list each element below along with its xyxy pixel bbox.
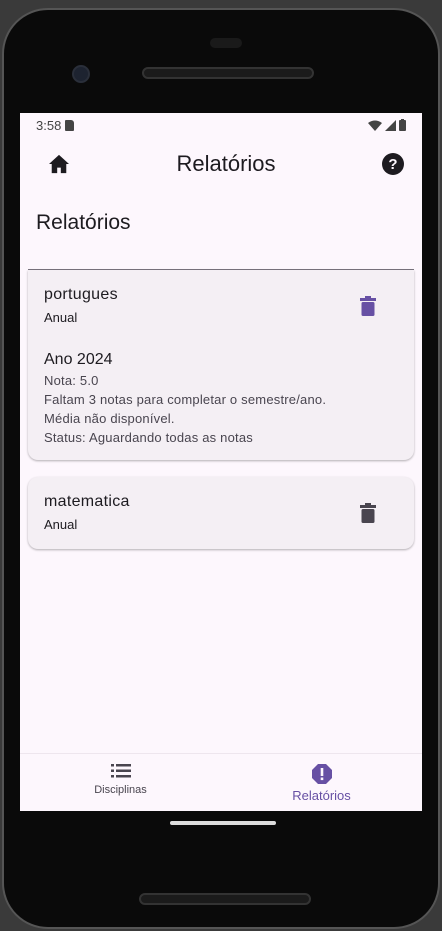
report-grade: Nota: 5.0 <box>44 373 99 388</box>
status-bar: 3:58 <box>20 113 422 137</box>
nav-label: Relatórios <box>292 788 351 803</box>
report-card-portugues[interactable]: portugues Anual Ano 2024 Nota: 5.0 Falta… <box>28 270 414 460</box>
report-icon <box>311 764 332 784</box>
front-camera <box>72 65 90 83</box>
earpiece <box>210 38 242 48</box>
app-screen: 3:58 Relatórios ? Relatórios portugues A… <box>20 113 422 811</box>
bottom-nav: Disciplinas Relatórios <box>20 753 422 811</box>
list-icon <box>110 764 131 778</box>
report-year: Ano 2024 <box>44 351 113 368</box>
subject-name: matematica <box>44 493 130 510</box>
svg-text:?: ? <box>388 156 397 173</box>
report-missing: Faltam 3 notas para completar o semestre… <box>44 392 327 407</box>
nav-item-relatorios[interactable]: Relatórios <box>221 754 422 811</box>
trash-icon[interactable] <box>360 296 376 316</box>
signal-icon <box>385 119 396 131</box>
report-card-matematica[interactable]: matematica Anual <box>28 477 414 549</box>
trash-icon[interactable] <box>360 503 376 523</box>
home-gesture-bar[interactable] <box>170 821 276 825</box>
home-icon[interactable] <box>48 154 70 174</box>
status-time: 3:58 <box>36 117 62 133</box>
report-status: Status: Aguardando todas as notas <box>44 430 253 445</box>
report-average: Média não disponível. <box>44 411 175 426</box>
battery-icon <box>399 119 406 131</box>
subject-type: Anual <box>44 517 78 532</box>
speaker-grille <box>142 67 314 79</box>
subject-type: Anual <box>44 310 78 325</box>
page-heading: Relatórios <box>36 211 131 234</box>
nav-label: Disciplinas <box>94 784 147 796</box>
nav-item-disciplinas[interactable]: Disciplinas <box>20 754 221 811</box>
sd-card-icon <box>65 119 75 131</box>
wifi-icon <box>368 120 382 131</box>
bottom-speaker <box>139 893 311 905</box>
app-bar: Relatórios ? <box>20 137 422 191</box>
app-bar-title: Relatórios <box>176 151 276 176</box>
help-icon[interactable]: ? <box>381 153 404 175</box>
subject-name: portugues <box>44 286 118 303</box>
